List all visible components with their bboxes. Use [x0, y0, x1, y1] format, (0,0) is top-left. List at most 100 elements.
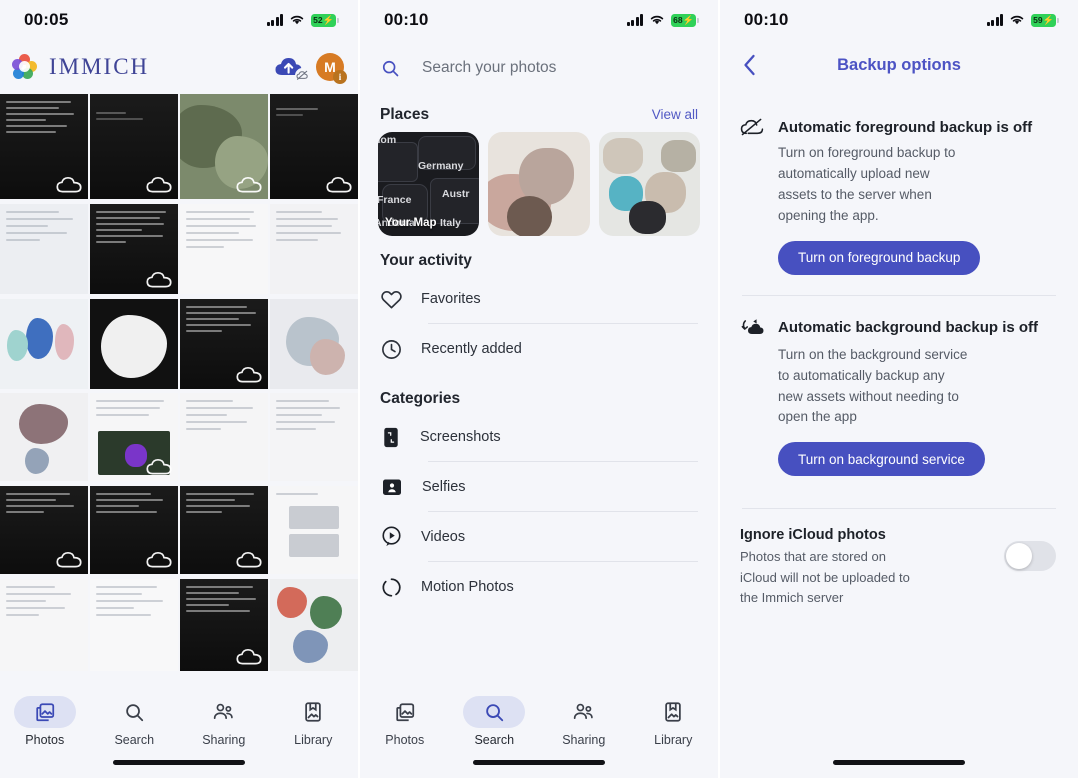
list-item-selfies[interactable]: Selfies: [360, 462, 718, 512]
background-backup-title: Automatic background backup is off: [778, 319, 1039, 337]
tab-label: Library: [294, 733, 333, 747]
photo-thumbnail[interactable]: [180, 579, 268, 672]
foreground-backup-title: Automatic foreground backup is off: [778, 118, 1033, 136]
phone-screen-backup-options: 00:10 59 ⚡ Backup options Automatic fore…: [720, 0, 1078, 778]
cloud-off-badge-icon: [295, 68, 310, 83]
turn-on-background-service-button[interactable]: Turn on background service: [778, 442, 985, 477]
library-icon: [642, 696, 704, 728]
list-item-videos[interactable]: Videos: [360, 512, 718, 562]
tab-photos[interactable]: Photos: [360, 696, 450, 747]
photo-thumbnail[interactable]: [270, 94, 358, 199]
cellular-signal-icon: [986, 14, 1003, 26]
place-thumbnail[interactable]: [488, 132, 590, 236]
wifi-icon: [1010, 15, 1024, 25]
map-country-label: Austr: [442, 188, 470, 200]
photos-icon: [374, 696, 436, 728]
ignore-icloud-toggle[interactable]: [1004, 541, 1056, 572]
place-thumbnail[interactable]: [598, 132, 700, 236]
cloud-icon: [236, 552, 262, 568]
list-item-motion-photos[interactable]: Motion Photos: [360, 562, 718, 612]
photo-thumbnail[interactable]: [0, 486, 88, 575]
cloud-upload-icon[interactable]: [274, 55, 310, 83]
photo-thumbnail[interactable]: [0, 94, 88, 199]
back-button[interactable]: [738, 54, 760, 76]
photo-thumbnail[interactable]: [90, 486, 178, 575]
status-time: 00:10: [384, 10, 429, 29]
header-actions: M i: [274, 53, 347, 84]
motion-photo-icon: [382, 577, 401, 597]
tab-label: Library: [654, 733, 693, 747]
map-country-label: dom: [378, 134, 397, 146]
tab-search[interactable]: Search: [90, 696, 180, 747]
list-item-favorites[interactable]: Favorites: [360, 274, 718, 324]
search-icon: [382, 60, 399, 77]
photo-thumbnail[interactable]: [0, 393, 88, 482]
home-indicator: [833, 760, 965, 765]
status-bar: 00:05 52 ⚡: [0, 0, 358, 40]
three-phone-screenshots: 00:05 52 ⚡ IMMICH M i Photos Search Shar…: [0, 0, 1080, 778]
list-item-screenshots[interactable]: Screenshots: [360, 412, 718, 462]
photo-thumbnail[interactable]: [270, 203, 358, 294]
search-bar[interactable]: Search your photos: [360, 40, 718, 96]
place-your-map[interactable]: dom Germany France Austr Andorra Italy Y…: [378, 132, 480, 236]
photo-thumbnail[interactable]: [0, 579, 88, 672]
photo-thumbnail[interactable]: [270, 298, 358, 389]
photo-thumbnail[interactable]: [0, 203, 88, 294]
cloud-icon: [146, 459, 172, 475]
search-icon: [463, 696, 526, 728]
photo-thumbnail[interactable]: [90, 393, 178, 482]
tab-library[interactable]: Library: [269, 696, 359, 747]
photos-icon: [13, 696, 76, 728]
search-input[interactable]: Search your photos: [422, 59, 556, 77]
turn-on-foreground-backup-button[interactable]: Turn on foreground backup: [778, 240, 981, 275]
tab-photos[interactable]: Photos: [0, 696, 90, 747]
list-item-label: Motion Photos: [421, 579, 514, 595]
photo-thumbnail[interactable]: [180, 94, 268, 199]
video-play-icon: [382, 526, 401, 547]
tab-label: Photos: [25, 733, 65, 747]
wifi-icon: [290, 15, 304, 25]
photo-grid[interactable]: [0, 94, 358, 674]
photo-thumbnail[interactable]: [90, 94, 178, 199]
list-item-label: Videos: [421, 529, 466, 545]
photo-thumbnail[interactable]: [180, 298, 268, 389]
photo-thumbnail[interactable]: [90, 298, 178, 389]
photo-thumbnail[interactable]: [0, 298, 88, 389]
cloud-icon: [56, 176, 82, 193]
background-backup-description: Turn on the background service to automa…: [778, 346, 968, 425]
photo-thumbnail[interactable]: [270, 486, 358, 575]
foreground-backup-section: Automatic foreground backup is off Turn …: [720, 90, 1078, 293]
photo-thumbnail[interactable]: [90, 579, 178, 672]
app-title: IMMICH: [49, 54, 150, 79]
places-view-all-link[interactable]: View all: [652, 107, 698, 122]
photo-thumbnail[interactable]: [180, 486, 268, 575]
photo-thumbnail[interactable]: [90, 203, 178, 294]
cloud-icon: [146, 176, 172, 193]
battery-level: 59: [1033, 14, 1043, 25]
activity-title: Your activity: [380, 252, 472, 269]
status-indicators: 59 ⚡: [986, 13, 1059, 27]
photo-thumbnail[interactable]: [180, 203, 268, 294]
tab-sharing[interactable]: Sharing: [179, 696, 269, 747]
avatar[interactable]: M i: [316, 53, 347, 84]
map-country-label: Italy: [440, 217, 462, 229]
background-backup-header: Automatic background backup is off: [740, 318, 1056, 338]
app-header: IMMICH M i: [0, 40, 358, 94]
screenshot-icon: [384, 427, 398, 447]
charging-bolt-icon: ⚡: [682, 14, 694, 25]
list-item-recently-added[interactable]: Recently added: [360, 324, 718, 374]
tab-library[interactable]: Library: [629, 696, 719, 747]
map-country-label: Germany: [418, 160, 464, 172]
photo-thumbnail[interactable]: [270, 393, 358, 482]
library-icon: [282, 696, 344, 728]
photo-thumbnail[interactable]: [180, 393, 268, 482]
charging-bolt-icon: ⚡: [322, 14, 334, 25]
cellular-signal-icon: [266, 14, 283, 26]
tab-search[interactable]: Search: [450, 696, 540, 747]
places-row[interactable]: dom Germany France Austr Andorra Italy Y…: [360, 132, 718, 236]
photo-thumbnail[interactable]: [270, 579, 358, 672]
ignore-icloud-text: Ignore iCloud photos Photos that are sto…: [740, 527, 910, 607]
map-label: Your Map: [385, 217, 437, 229]
cloud-off-icon: [740, 118, 764, 136]
tab-sharing[interactable]: Sharing: [539, 696, 629, 747]
